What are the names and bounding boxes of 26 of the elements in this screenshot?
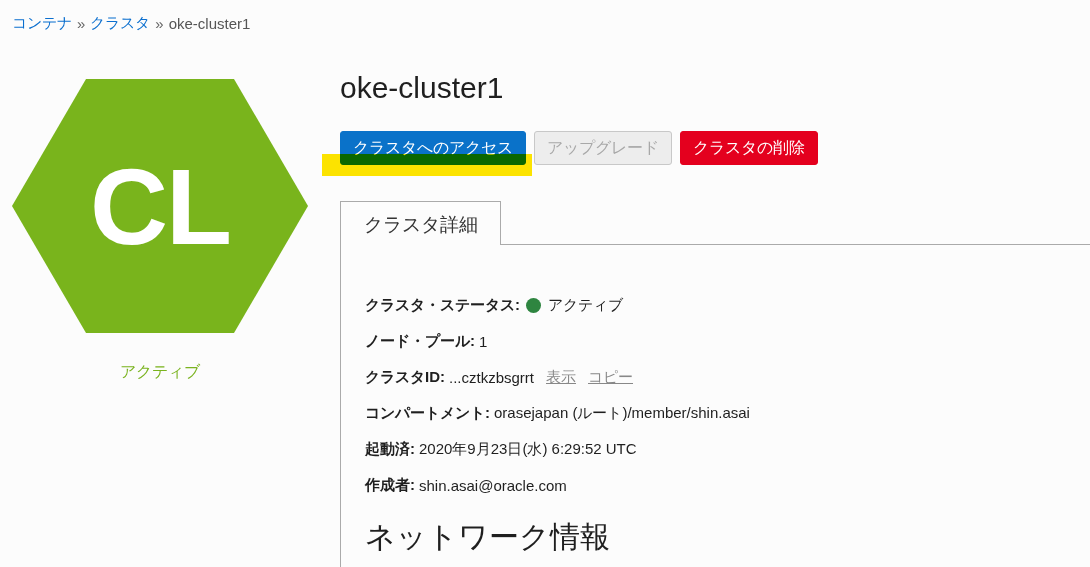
status-label: アクティブ	[120, 362, 200, 382]
detail-label: コンパートメント:	[365, 403, 490, 423]
detail-label: 作成者:	[365, 475, 415, 495]
detail-label: クラスタ・ステータス:	[365, 295, 520, 315]
detail-value: ...cztkzbsgrrt	[449, 368, 534, 386]
detail-label: ノード・プール:	[365, 331, 475, 351]
page-name-text: oke-cluster1	[168, 14, 251, 32]
status-dot	[526, 297, 541, 313]
breadcrumb-separator: »	[77, 14, 86, 32]
detail-value: 2020年9月23日(水) 6:29:52 UTC	[419, 439, 637, 459]
breadcrumb-link[interactable]: コンテナ	[12, 13, 72, 33]
detail-value: 1	[479, 332, 488, 350]
detail-link[interactable]: コピー	[588, 367, 633, 387]
tab[interactable]: クラスタ詳細	[340, 201, 501, 245]
page-title: oke-cluster1	[340, 71, 505, 106]
detail-label: クラスタID:	[365, 367, 445, 387]
delete-button[interactable]: クラスタの削除	[680, 131, 818, 165]
breadcrumb-separator: »	[155, 14, 164, 32]
detail-value: orasejapan (ルート)/member/shin.asai	[494, 403, 750, 423]
detail-value: アクティブ	[548, 295, 623, 315]
detail-label: 起動済:	[365, 439, 415, 459]
section-heading: ネットワーク情報	[365, 519, 611, 555]
detail-link[interactable]: 表示	[546, 367, 576, 387]
breadcrumb-link[interactable]: クラスタ	[90, 13, 151, 33]
cluster-hexagon-badge: CL	[12, 79, 308, 333]
detail-value: shin.asai@oracle.com	[419, 476, 567, 494]
